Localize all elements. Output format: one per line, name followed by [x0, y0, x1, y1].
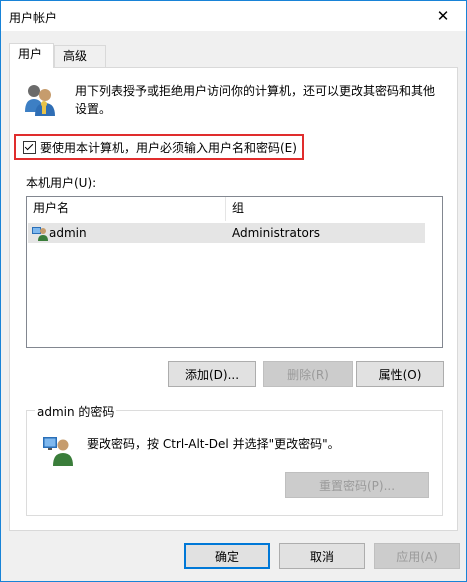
require-login-checkbox[interactable] [23, 140, 36, 154]
close-icon[interactable]: ✕ [420, 1, 466, 31]
require-login-checkbox-row[interactable]: 要使用本计算机，用户必须输入用户名和密码(E) [14, 134, 304, 160]
ok-button[interactable]: 确定 [184, 543, 270, 569]
users-tab-panel: 用下列表授予或拒绝用户访问你的计算机，还可以更改其密码和其他设置。 要使用本计算… [9, 67, 458, 531]
description-text: 用下列表授予或拒绝用户访问你的计算机，还可以更改其密码和其他设置。 [75, 84, 436, 116]
title-bar: 用户帐户 ✕ [1, 1, 466, 31]
users-icon [25, 85, 55, 116]
column-header-group[interactable]: 组 [226, 197, 424, 221]
list-scroll-area [425, 197, 442, 347]
column-header-username[interactable]: 用户名 [27, 197, 226, 221]
cancel-button[interactable]: 取消 [279, 543, 365, 569]
user-password-icon [43, 437, 73, 466]
tab-users[interactable]: 用户 [9, 43, 54, 68]
password-groupbox: admin 的密码 要改密码，按 Ctrl-Alt-Del 并选择"更改密码"。… [26, 403, 443, 516]
table-row[interactable]: admin Administrators [28, 223, 425, 243]
users-list[interactable]: 用户名 组 admin Administrators [26, 196, 443, 348]
require-login-label[interactable]: 要使用本计算机，用户必须输入用户名和密码(E) [40, 139, 297, 156]
local-users-label: 本机用户(U): [26, 176, 97, 190]
add-button[interactable]: 添加(D)... [168, 361, 256, 387]
user-group-cell: Administrators [232, 226, 321, 240]
list-header: 用户名 组 [27, 197, 442, 223]
tab-advanced[interactable]: 高级 [54, 45, 106, 67]
user-name-cell: admin [49, 226, 87, 240]
delete-button[interactable]: 删除(R) [263, 361, 353, 387]
password-group-title: admin 的密码 [35, 403, 117, 420]
user-accounts-dialog: 用户帐户 ✕ 用户 高级 用下列表授予或拒绝用户访问你的计算机，还可以更改其密码… [0, 0, 467, 582]
password-instruction-text: 要改密码，按 Ctrl-Alt-Del 并选择"更改密码"。 [87, 437, 340, 451]
reset-password-button[interactable]: 重置密码(P)... [285, 472, 429, 498]
user-icon [32, 227, 48, 241]
apply-button[interactable]: 应用(A) [374, 543, 460, 569]
window-title: 用户帐户 [9, 11, 58, 25]
properties-button[interactable]: 属性(O) [356, 361, 444, 387]
